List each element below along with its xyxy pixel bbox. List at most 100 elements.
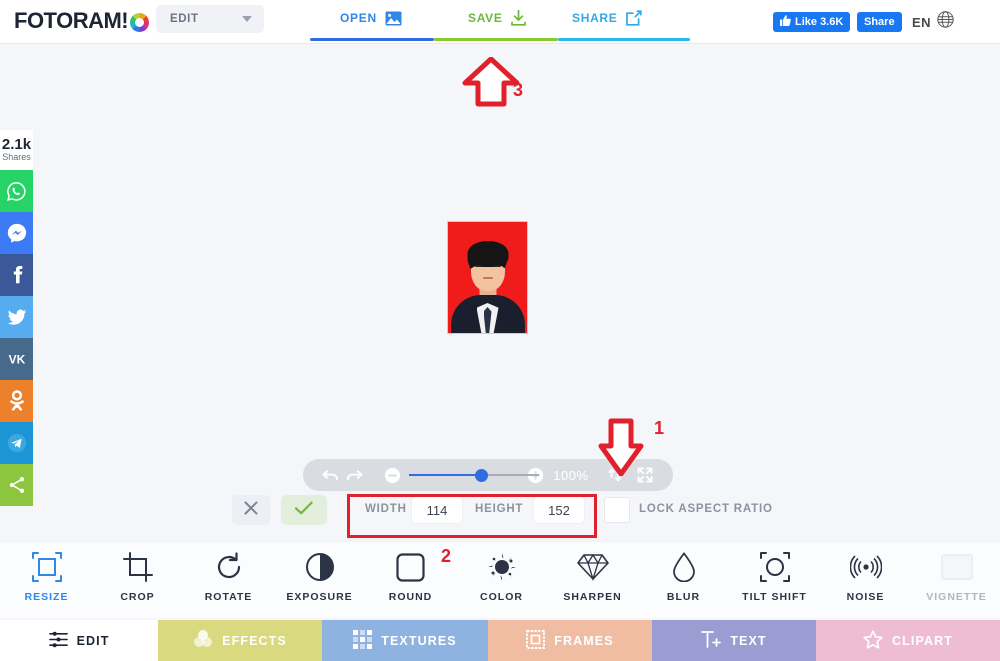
share-label: SHARE	[572, 11, 618, 25]
zoom-level-label: 100%	[553, 467, 589, 483]
whatsapp-icon	[6, 181, 27, 202]
tab-label: EDIT	[76, 633, 110, 648]
open-label: OPEN	[340, 11, 377, 25]
tab-label: FRAMES	[554, 633, 614, 648]
tab-frames[interactable]: FRAMES	[488, 620, 652, 661]
save-label: SAVE	[468, 11, 503, 25]
tool-strip: RESIZE CROP ROTATE EXPOSURE ROUND COLOR …	[0, 541, 1000, 618]
cancel-button[interactable]	[232, 495, 270, 525]
share-odnoklassniki-button[interactable]	[0, 380, 33, 422]
redo-arrow-icon[interactable]	[343, 462, 367, 488]
tool-tilt-shift[interactable]: TILT SHIFT	[729, 550, 820, 612]
facebook-like-label: Like 3.6K	[795, 16, 844, 28]
tool-label: COLOR	[480, 591, 523, 603]
download-icon	[510, 10, 526, 26]
height-label: HEIGHT	[475, 503, 524, 515]
twitter-icon	[6, 306, 28, 328]
tool-crop[interactable]: CROP	[92, 550, 183, 612]
tool-label: ROUND	[388, 591, 433, 603]
social-share-rail: 2.1k Shares VK	[0, 130, 33, 506]
tool-exposure[interactable]: EXPOSURE	[274, 550, 365, 612]
share-facebook-button[interactable]	[0, 254, 33, 296]
noise-waves-icon	[849, 550, 882, 584]
lock-aspect-ratio-checkbox[interactable]	[604, 497, 630, 523]
sliders-icon	[48, 630, 68, 652]
expand-icon[interactable]	[633, 462, 657, 488]
open-button[interactable]: OPEN	[340, 7, 402, 29]
language-selector[interactable]: EN	[912, 11, 954, 33]
crop-icon	[122, 550, 153, 584]
tab-effects[interactable]: EFFECTS	[158, 620, 322, 661]
open-tab-underline	[310, 38, 434, 41]
tool-label: RESIZE	[24, 591, 69, 603]
tool-label: VIGNETTE	[926, 591, 987, 603]
app-header: FOTORAM! EDIT OPEN SAVE SHARE Like 3.6K …	[0, 0, 1000, 44]
tiltshift-icon	[759, 550, 790, 584]
undo-arrow-icon[interactable]	[319, 462, 343, 488]
tool-label: ROTATE	[204, 591, 253, 603]
apply-button[interactable]	[281, 495, 327, 525]
tool-rotate[interactable]: ROTATE	[183, 550, 274, 612]
exposure-icon	[305, 550, 335, 584]
annotation-arrow-3	[462, 56, 520, 112]
tool-label: NOISE	[846, 591, 885, 603]
minus-circle-icon[interactable]	[381, 462, 405, 488]
share-twitter-button[interactable]	[0, 296, 33, 338]
photo-eye-right	[496, 265, 501, 267]
vk-icon: VK	[5, 351, 29, 367]
tab-text[interactable]: TEXT	[652, 620, 816, 661]
tool-round[interactable]: ROUND	[365, 550, 456, 612]
mode-select-edit[interactable]: EDIT	[156, 5, 264, 33]
share-whatsapp-button[interactable]	[0, 170, 33, 212]
save-button[interactable]: SAVE	[468, 7, 526, 29]
facebook-share-button[interactable]: Share	[857, 12, 902, 32]
tab-clipart[interactable]: CLIPART	[816, 620, 1000, 661]
language-label: EN	[912, 14, 932, 30]
share-button[interactable]: SHARE	[572, 7, 642, 29]
share-telegram-button[interactable]	[0, 422, 33, 464]
tab-edit[interactable]: EDIT	[0, 620, 158, 661]
tool-sharpen[interactable]: SHARPEN	[547, 550, 638, 612]
zoom-slider[interactable]	[408, 466, 539, 484]
svg-text:VK: VK	[8, 353, 25, 367]
frame-icon	[526, 629, 546, 652]
star-icon	[863, 629, 883, 652]
width-input[interactable]: 114	[411, 496, 463, 524]
tab-label: TEXT	[730, 633, 767, 648]
tool-noise[interactable]: NOISE	[820, 550, 911, 612]
share-count-label: Shares	[2, 152, 31, 163]
resize-icon	[31, 550, 63, 584]
annotation-label-1: 1	[654, 418, 665, 438]
tool-label: SHARPEN	[563, 591, 622, 603]
odnoklassniki-icon	[8, 390, 26, 412]
color-splat-icon	[487, 550, 517, 584]
grid-icon	[353, 629, 373, 652]
photo-image	[448, 222, 527, 333]
tool-color[interactable]: COLOR	[456, 550, 547, 612]
globe-icon	[937, 11, 954, 33]
share-messenger-button[interactable]	[0, 212, 33, 254]
height-input[interactable]: 152	[533, 496, 585, 524]
vignette-icon	[940, 550, 973, 584]
tab-textures[interactable]: TEXTURES	[322, 620, 488, 661]
resize-options-panel: WIDTH 114 HEIGHT 152 LOCK ASPECT RATIO	[0, 495, 1000, 539]
share-count-number: 2.1k	[1, 136, 32, 154]
canvas-photo[interactable]	[447, 221, 528, 334]
share-vk-button[interactable]: VK	[0, 338, 33, 380]
tool-label: CROP	[120, 591, 155, 603]
app-logo[interactable]: FOTORAM!	[14, 6, 150, 36]
zoom-slider-thumb[interactable]	[474, 469, 488, 482]
x-icon	[243, 500, 259, 521]
facebook-like-button[interactable]: Like 3.6K	[773, 12, 851, 32]
tool-label: BLUR	[666, 591, 701, 603]
facebook-icon	[6, 264, 28, 286]
updown-arrow-icon[interactable]	[603, 462, 627, 488]
mode-select-label: EDIT	[170, 13, 199, 25]
tool-blur[interactable]: BLUR	[638, 550, 729, 612]
facebook-share-label: Share	[864, 16, 895, 28]
tool-vignette[interactable]: VIGNETTE	[911, 550, 1000, 612]
rotate-icon	[214, 550, 244, 584]
tool-resize[interactable]: RESIZE	[1, 550, 92, 612]
droplet-icon	[672, 550, 696, 584]
round-square-icon	[396, 550, 425, 584]
